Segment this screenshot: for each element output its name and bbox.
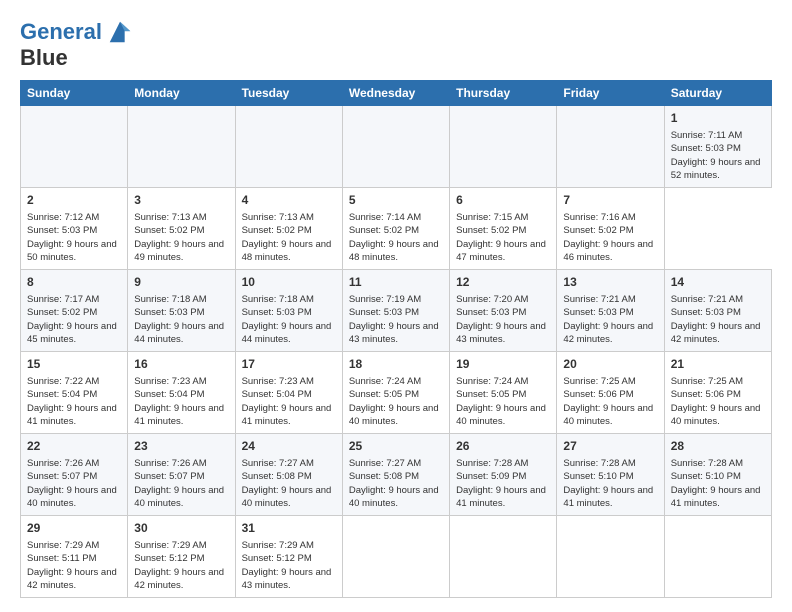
calendar-day-31: 31Sunrise: 7:29 AMSunset: 5:12 PMDayligh… (235, 516, 342, 598)
calendar-day-24: 24Sunrise: 7:27 AMSunset: 5:08 PMDayligh… (235, 434, 342, 516)
empty-cell (342, 516, 449, 598)
weekday-header-row: SundayMondayTuesdayWednesdayThursdayFrid… (21, 81, 772, 106)
weekday-header-monday: Monday (128, 81, 235, 106)
logo-icon (106, 18, 134, 46)
calendar-day-10: 10Sunrise: 7:18 AMSunset: 5:03 PMDayligh… (235, 270, 342, 352)
calendar-week-5: 22Sunrise: 7:26 AMSunset: 5:07 PMDayligh… (21, 434, 772, 516)
calendar-day-25: 25Sunrise: 7:27 AMSunset: 5:08 PMDayligh… (342, 434, 449, 516)
empty-cell (342, 106, 449, 188)
calendar-day-29: 29Sunrise: 7:29 AMSunset: 5:11 PMDayligh… (21, 516, 128, 598)
calendar-day-6: 6Sunrise: 7:15 AMSunset: 5:02 PMDaylight… (450, 188, 557, 270)
weekday-header-wednesday: Wednesday (342, 81, 449, 106)
calendar-day-15: 15Sunrise: 7:22 AMSunset: 5:04 PMDayligh… (21, 352, 128, 434)
calendar-day-8: 8Sunrise: 7:17 AMSunset: 5:02 PMDaylight… (21, 270, 128, 352)
empty-cell (557, 106, 664, 188)
empty-cell (557, 516, 664, 598)
calendar-week-2: 2Sunrise: 7:12 AMSunset: 5:03 PMDaylight… (21, 188, 772, 270)
calendar-day-7: 7Sunrise: 7:16 AMSunset: 5:02 PMDaylight… (557, 188, 664, 270)
empty-cell (450, 106, 557, 188)
calendar-day-30: 30Sunrise: 7:29 AMSunset: 5:12 PMDayligh… (128, 516, 235, 598)
calendar-page: General Blue SundayMondayTuesdayWednesda… (0, 0, 792, 608)
calendar-day-3: 3Sunrise: 7:13 AMSunset: 5:02 PMDaylight… (128, 188, 235, 270)
calendar-day-18: 18Sunrise: 7:24 AMSunset: 5:05 PMDayligh… (342, 352, 449, 434)
empty-cell (21, 106, 128, 188)
calendar-day-2: 2Sunrise: 7:12 AMSunset: 5:03 PMDaylight… (21, 188, 128, 270)
calendar-day-17: 17Sunrise: 7:23 AMSunset: 5:04 PMDayligh… (235, 352, 342, 434)
calendar-table: SundayMondayTuesdayWednesdayThursdayFrid… (20, 80, 772, 598)
calendar-day-11: 11Sunrise: 7:19 AMSunset: 5:03 PMDayligh… (342, 270, 449, 352)
calendar-day-20: 20Sunrise: 7:25 AMSunset: 5:06 PMDayligh… (557, 352, 664, 434)
weekday-header-thursday: Thursday (450, 81, 557, 106)
calendar-day-12: 12Sunrise: 7:20 AMSunset: 5:03 PMDayligh… (450, 270, 557, 352)
logo-text-general: General (20, 19, 102, 44)
page-header: General Blue (20, 18, 772, 70)
calendar-day-27: 27Sunrise: 7:28 AMSunset: 5:10 PMDayligh… (557, 434, 664, 516)
empty-cell (450, 516, 557, 598)
logo-text-blue: Blue (20, 46, 134, 70)
calendar-day-5: 5Sunrise: 7:14 AMSunset: 5:02 PMDaylight… (342, 188, 449, 270)
weekday-header-sunday: Sunday (21, 81, 128, 106)
calendar-day-14: 14Sunrise: 7:21 AMSunset: 5:03 PMDayligh… (664, 270, 771, 352)
calendar-body: 1Sunrise: 7:11 AMSunset: 5:03 PMDaylight… (21, 106, 772, 598)
calendar-day-9: 9Sunrise: 7:18 AMSunset: 5:03 PMDaylight… (128, 270, 235, 352)
empty-cell (664, 516, 771, 598)
empty-cell (235, 106, 342, 188)
weekday-header-tuesday: Tuesday (235, 81, 342, 106)
weekday-header-friday: Friday (557, 81, 664, 106)
calendar-day-23: 23Sunrise: 7:26 AMSunset: 5:07 PMDayligh… (128, 434, 235, 516)
logo: General Blue (20, 18, 134, 70)
calendar-day-22: 22Sunrise: 7:26 AMSunset: 5:07 PMDayligh… (21, 434, 128, 516)
calendar-day-21: 21Sunrise: 7:25 AMSunset: 5:06 PMDayligh… (664, 352, 771, 434)
calendar-day-16: 16Sunrise: 7:23 AMSunset: 5:04 PMDayligh… (128, 352, 235, 434)
calendar-day-1: 1Sunrise: 7:11 AMSunset: 5:03 PMDaylight… (664, 106, 771, 188)
calendar-day-26: 26Sunrise: 7:28 AMSunset: 5:09 PMDayligh… (450, 434, 557, 516)
empty-cell (128, 106, 235, 188)
calendar-day-28: 28Sunrise: 7:28 AMSunset: 5:10 PMDayligh… (664, 434, 771, 516)
calendar-day-19: 19Sunrise: 7:24 AMSunset: 5:05 PMDayligh… (450, 352, 557, 434)
calendar-week-1: 1Sunrise: 7:11 AMSunset: 5:03 PMDaylight… (21, 106, 772, 188)
calendar-week-6: 29Sunrise: 7:29 AMSunset: 5:11 PMDayligh… (21, 516, 772, 598)
calendar-day-4: 4Sunrise: 7:13 AMSunset: 5:02 PMDaylight… (235, 188, 342, 270)
calendar-week-4: 15Sunrise: 7:22 AMSunset: 5:04 PMDayligh… (21, 352, 772, 434)
calendar-day-13: 13Sunrise: 7:21 AMSunset: 5:03 PMDayligh… (557, 270, 664, 352)
calendar-week-3: 8Sunrise: 7:17 AMSunset: 5:02 PMDaylight… (21, 270, 772, 352)
weekday-header-saturday: Saturday (664, 81, 771, 106)
